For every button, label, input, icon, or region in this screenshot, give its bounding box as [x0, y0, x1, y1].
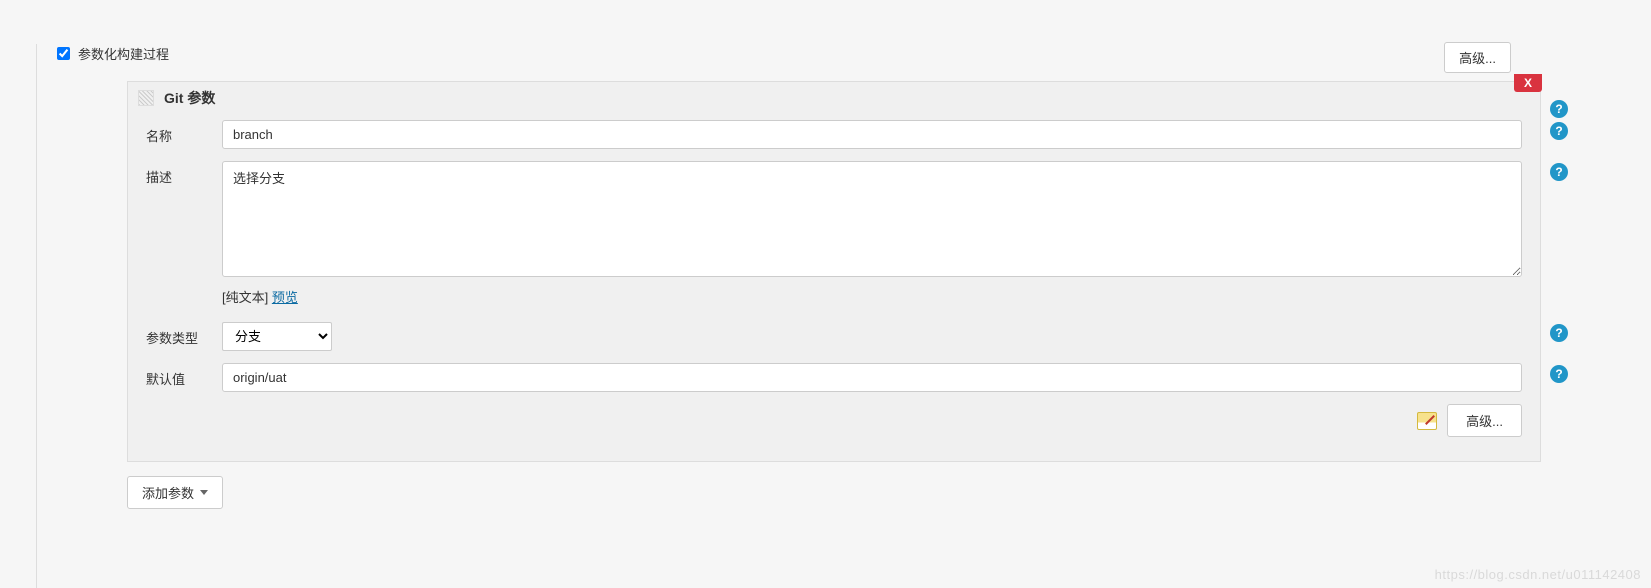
close-button[interactable]: X: [1514, 74, 1542, 92]
git-parameter-section: Git 参数 X ? 名称 ? 描述 选择分支 ? [纯文本] 预览 参数类型 …: [127, 81, 1541, 462]
default-value-label: 默认值: [146, 363, 218, 388]
description-label: 描述: [146, 161, 218, 186]
name-input[interactable]: [222, 120, 1522, 149]
name-label: 名称: [146, 120, 218, 145]
default-value-input[interactable]: [222, 363, 1522, 392]
param-type-select[interactable]: 分支: [222, 322, 332, 351]
format-plain-text: [纯文本]: [222, 290, 272, 305]
parameterized-build-row: 参数化构建过程 ?: [57, 44, 1651, 63]
git-parameter-title: Git 参数: [164, 88, 215, 108]
default-value-row: 默认值 ?: [128, 357, 1540, 398]
bottom-actions: 高级...: [128, 398, 1540, 443]
description-format-hint: [纯文本] 预览: [222, 287, 1540, 306]
git-parameter-header: Git 参数 X ?: [128, 82, 1540, 114]
preview-link[interactable]: 预览: [272, 290, 298, 305]
edit-icon[interactable]: [1417, 412, 1437, 430]
chevron-down-icon: [200, 490, 208, 495]
parameterized-build-label: 参数化构建过程: [78, 44, 169, 63]
parameterized-build-checkbox[interactable]: [57, 47, 70, 60]
param-type-label: 参数类型: [146, 322, 218, 347]
param-type-row: 参数类型 分支 ?: [128, 316, 1540, 357]
description-row: 描述 选择分支 ?: [128, 155, 1540, 283]
help-icon[interactable]: ?: [1550, 365, 1568, 383]
name-row: 名称 ?: [128, 114, 1540, 155]
description-textarea[interactable]: 选择分支: [222, 161, 1522, 277]
help-icon[interactable]: ?: [1550, 100, 1568, 118]
help-icon[interactable]: ?: [1550, 163, 1568, 181]
add-parameter-button[interactable]: 添加参数: [127, 476, 223, 509]
add-parameter-label: 添加参数: [142, 483, 194, 502]
help-icon[interactable]: ?: [1550, 122, 1568, 140]
help-icon[interactable]: ?: [1550, 324, 1568, 342]
add-param-row: 添加参数: [127, 476, 1651, 509]
advanced-button-top[interactable]: 高级...: [1444, 42, 1511, 73]
advanced-button[interactable]: 高级...: [1447, 404, 1522, 437]
drag-handle-icon[interactable]: [138, 90, 154, 106]
